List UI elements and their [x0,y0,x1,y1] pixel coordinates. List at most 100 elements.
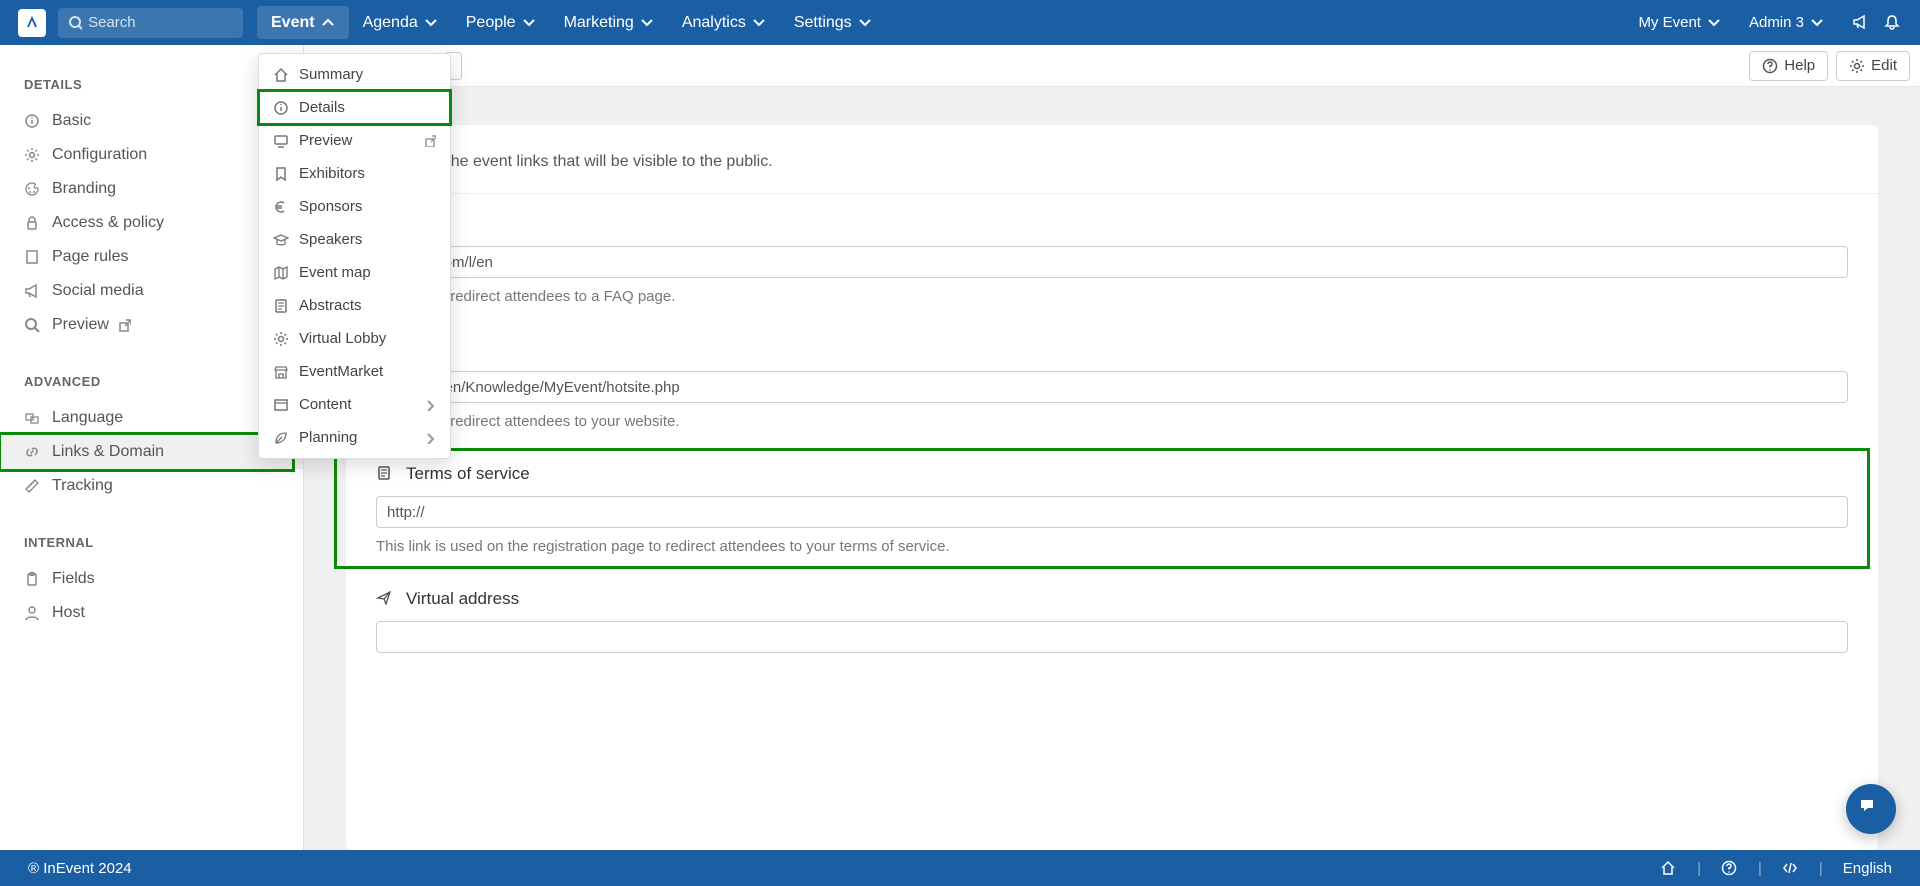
dd-virtual-lobby[interactable]: Virtual Lobby [259,322,450,355]
nav-agenda[interactable]: Agenda [349,0,452,45]
sidebar-item-label: Host [52,604,85,622]
sidebar-item-label: Configuration [52,146,147,164]
nav-event[interactable]: Event [257,6,349,39]
field-faq-link: k be used to redirect attendees to a FAQ… [346,194,1878,319]
dd-label: Content [299,396,352,413]
nav-people[interactable]: People [452,0,550,45]
sidebar-item-label: Social media [52,282,144,300]
chevron-down-icon [858,16,872,30]
leaf-icon [273,430,299,446]
bookmark-icon [273,166,299,182]
secondary-toolbar: Help Edit [304,45,1920,87]
copyright-text: ® InEvent 2024 [28,860,132,877]
link-icon [24,444,52,460]
sidebar-item-label: Access & policy [52,214,164,232]
help-button[interactable]: Help [1749,51,1828,81]
chevron-down-icon [1707,16,1721,30]
chevron-right-icon [424,399,436,411]
chevron-down-icon [1810,16,1824,30]
monitor-icon [273,133,299,149]
dd-sponsors[interactable]: Sponsors [259,190,450,223]
sidebar-item-fields[interactable]: Fields [0,562,303,596]
content-icon [273,397,299,413]
send-icon [376,590,394,608]
chevron-down-icon [640,16,654,30]
gear-icon [273,331,299,347]
nav-marketing[interactable]: Marketing [550,0,668,45]
dd-label: Speakers [299,231,362,248]
sidebar-item-label: Tracking [52,477,113,495]
dd-abstracts[interactable]: Abstracts [259,289,450,322]
chevron-down-icon [752,16,766,30]
faq-link-input[interactable] [376,246,1848,278]
document-icon [273,298,299,314]
field-label-text: Virtual address [406,589,519,609]
info-icon [273,100,299,116]
dd-label: Event map [299,264,371,281]
website-link-input[interactable] [376,371,1848,403]
footer-help-icon[interactable] [1721,860,1738,877]
palette-icon [24,181,52,197]
virtual-address-input[interactable] [376,621,1848,653]
app-logo[interactable] [18,9,46,37]
search-icon [68,15,82,31]
field-help-text: This link is used on the registration pa… [376,538,1848,555]
dd-content[interactable]: Content [259,388,450,421]
nav-user[interactable]: Admin 3 [1735,0,1838,45]
global-search[interactable] [58,8,243,38]
dd-label: Summary [299,66,363,83]
sidebar-item-host[interactable]: Host [0,596,303,630]
footer-language[interactable]: English [1843,860,1892,877]
search-input[interactable] [88,14,233,31]
megaphone-icon [24,283,52,299]
sidebar-item-label: Language [52,409,123,427]
dd-eventmarket[interactable]: EventMarket [259,355,450,388]
footer-home-icon[interactable] [1660,860,1677,877]
nav-label: Agenda [363,14,418,32]
dd-label: Sponsors [299,198,362,215]
dd-details[interactable]: Details [259,91,450,124]
sidebar-item-label: Preview [52,316,109,334]
dd-label: Details [299,99,345,116]
content-panel: configure the event links that will be v… [346,125,1878,850]
nav-label: Marketing [564,14,634,32]
dd-preview[interactable]: Preview [259,124,450,157]
page-icon [24,249,52,265]
announce-icon[interactable] [1852,14,1870,32]
terms-link-input[interactable] [376,496,1848,528]
nav-label: Settings [794,14,852,32]
graduation-icon [273,232,299,248]
sidebar-item-label: Fields [52,570,95,588]
dd-speakers[interactable]: Speakers [259,223,450,256]
language-icon [24,410,52,426]
sidebar-item-label: Basic [52,112,91,130]
nav-label: Analytics [682,14,746,32]
ruler-icon [24,478,52,494]
dd-label: EventMarket [299,363,383,380]
sidebar-item-tracking[interactable]: Tracking [0,469,303,503]
dd-exhibitors[interactable]: Exhibitors [259,157,450,190]
euro-icon [273,199,299,215]
field-terms-of-service: Terms of service This link is used on th… [346,444,1878,569]
nav-label: Admin 3 [1749,14,1804,31]
field-website-link: e link be used to redirect attendees to … [346,319,1878,444]
clipboard-icon [24,571,52,587]
document-icon [376,465,394,483]
nav-settings[interactable]: Settings [780,0,886,45]
nav-analytics[interactable]: Analytics [668,0,780,45]
notifications-icon[interactable] [1884,14,1902,32]
home-icon [273,67,299,83]
dd-event-map[interactable]: Event map [259,256,450,289]
sidebar-item-label: Links & Domain [52,443,164,461]
chevron-down-icon [522,16,536,30]
field-help-text: be used to redirect attendees to a FAQ p… [376,288,1848,305]
top-navbar: Event Agenda People Marketing Analytics … [0,0,1920,45]
dd-planning[interactable]: Planning [259,421,450,454]
footer-code-icon[interactable] [1782,860,1799,877]
sidebar-heading-internal: INTERNAL [0,525,303,562]
edit-button[interactable]: Edit [1836,51,1910,81]
nav-my-event[interactable]: My Event [1624,0,1735,45]
event-dropdown: Summary Details Preview Exhibitors Spons… [258,53,451,459]
dd-summary[interactable]: Summary [259,58,450,91]
chat-launcher[interactable] [1846,784,1896,834]
